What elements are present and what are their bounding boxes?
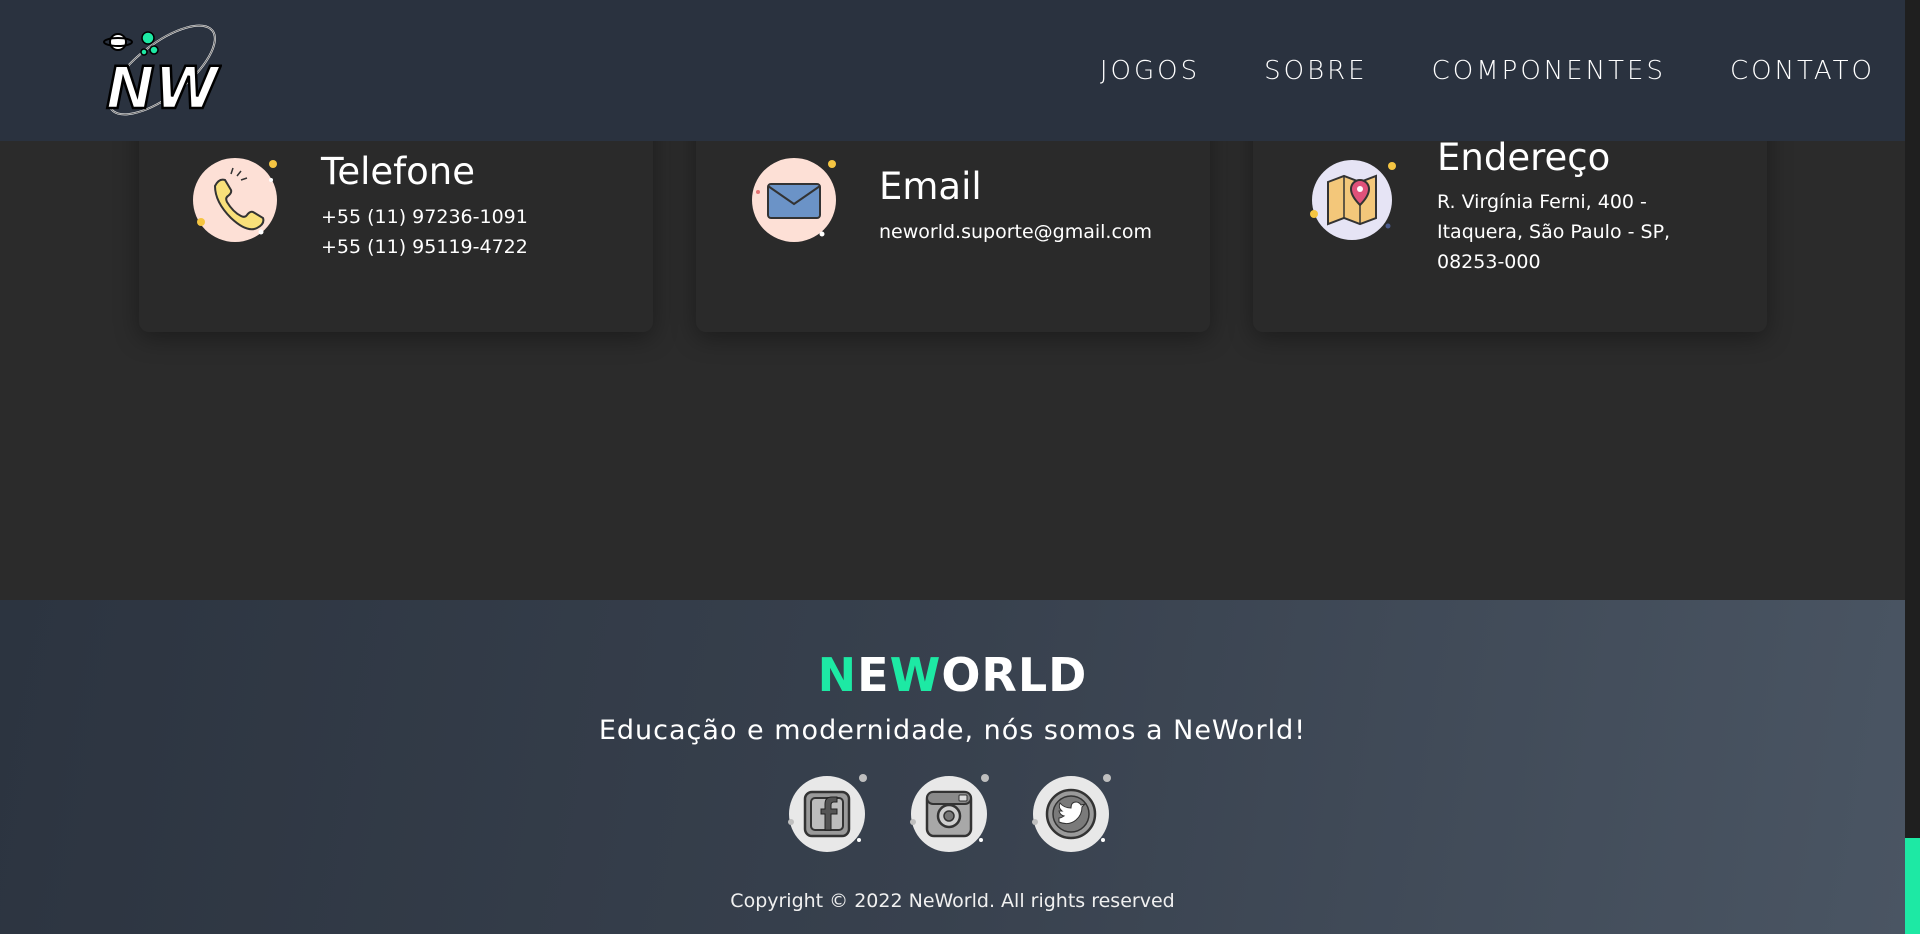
footer-brand: NEWORLD (0, 648, 1905, 702)
address-line-2: Itaquera, São Paulo - SP, (1437, 221, 1671, 243)
nav-item-jogos[interactable]: JOGOS (1100, 56, 1200, 86)
email-address[interactable]: neworld.suporte@gmail.com (879, 217, 1152, 247)
address-line-1: R. Virgínia Ferni, 400 - (1437, 191, 1647, 213)
neworld-logo[interactable]: NW (100, 12, 223, 124)
copyright-text: Copyright © 2022 NeWorld. All rights res… (730, 890, 1175, 912)
logo-letters: NW (106, 54, 222, 122)
scrollbar-thumb[interactable] (1905, 838, 1920, 934)
page-scrollbar[interactable] (1905, 0, 1920, 934)
instagram-icon[interactable] (909, 772, 991, 854)
site-header: NW JOGOS SOBRE COMPONENTES CONTATO (0, 0, 1905, 141)
phone-icon (191, 152, 287, 248)
brand-letters-orld: ORLD (941, 648, 1088, 702)
main-nav: JOGOS SOBRE COMPONENTES CONTATO (1036, 0, 1875, 141)
facebook-icon[interactable] (787, 772, 869, 854)
envelope-icon (750, 152, 846, 248)
social-links (787, 772, 1113, 854)
nav-item-contato[interactable]: CONTATO (1730, 56, 1875, 86)
phone-title: Telefone (321, 150, 475, 193)
brand-letter-n: N (817, 648, 858, 702)
nav-item-componentes[interactable]: COMPONENTES (1432, 56, 1666, 86)
brand-letter-e: E (857, 648, 890, 702)
address-line-3: 08253-000 (1437, 251, 1541, 273)
nav-item-sobre[interactable]: SOBRE (1264, 56, 1368, 86)
footer-slogan: Educação e modernidade, nós somos a NeWo… (598, 715, 1307, 746)
address-title: Endereço (1437, 136, 1611, 179)
map-pin-icon (1308, 152, 1404, 248)
email-title: Email (879, 165, 982, 208)
brand-letter-w: W (889, 648, 942, 702)
site-footer: NEWORLD Educação e modernidade, nós somo… (0, 600, 1905, 934)
phone-number-2: +55 (11) 95119-4722 (321, 236, 528, 258)
twitter-icon[interactable] (1031, 772, 1113, 854)
phone-number-1: +55 (11) 97236-1091 (321, 206, 528, 228)
